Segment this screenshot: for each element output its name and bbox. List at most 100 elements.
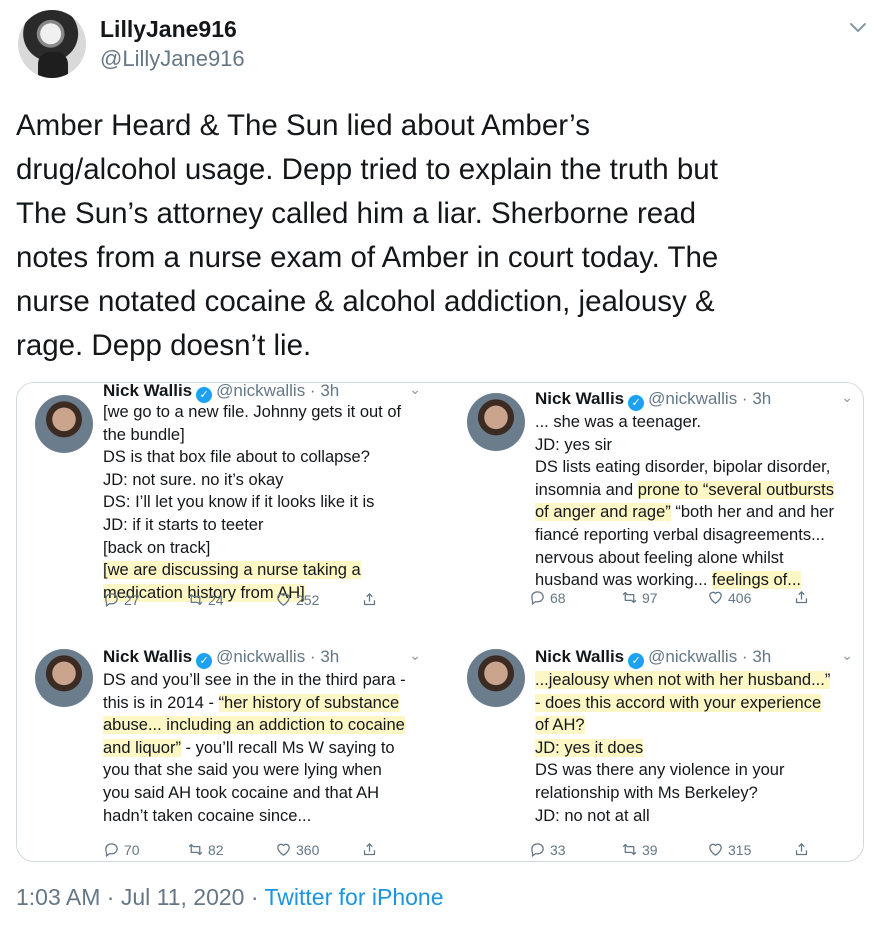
verified-badge-icon: ✓ [628,653,645,669]
embedded-author-handle: @nickwallis [216,383,306,400]
reply-icon [105,593,118,608]
highlighted-text: JD: yes it does [535,738,644,757]
author-display-name[interactable]: LillyJane916 [100,16,237,43]
highlighted-text: of anger and rage” [535,503,671,522]
reply-icon [531,843,544,858]
embedded-avatar [467,649,525,707]
embedded-action-bar: 68 97 406 [531,589,835,609]
text-line: DS: I’ll let you know if it looks like i… [103,493,375,512]
share-action [793,589,810,606]
text-line: DS and you’ll see in the in the third pa… [103,671,406,689]
heart-icon [709,591,722,604]
share-action [361,841,378,858]
embedded-tweet-text: [we go to a new file. Johnny gets it out… [103,401,431,604]
embedded-tweet-text: DS and you’ll see in the in the third pa… [103,669,431,827]
embedded-author-handle: @nickwallis [216,647,306,666]
author-avatar[interactable] [18,10,86,78]
embedded-author-name: Nick Wallis [535,647,625,666]
retweet-action: 82 [187,841,224,858]
embedded-action-bar: 27 24 252 [103,591,403,611]
text-line: the bundle] [103,425,185,444]
text-line: JD: if it starts to teeter [103,515,264,534]
highlighted-text: feelings of... [712,571,801,590]
verified-badge-icon: ✓ [628,395,645,411]
reply-action: 70 [103,841,140,858]
highlighted-text: - does this accord with your experience [535,693,822,712]
like-count: 406 [728,589,752,606]
embedded-timestamp: 3h [320,383,340,400]
chevron-down-icon[interactable] [846,16,870,40]
embedded-avatar [35,649,93,707]
retweet-icon [188,843,203,856]
embedded-tweet-text: ... she was a teenager. JD: yes sir DS l… [535,411,863,592]
text-line: - you’ll recall Ms W saying to [180,738,395,757]
text-line: [back on track] [103,538,211,557]
tweet-media-image[interactable]: Nick Wallis ✓ @nickwallis · 3h ⌄ [we go to… [16,382,864,862]
highlighted-text: of AH? [535,716,585,735]
text-line: JD: not sure. no it’s okay [103,470,284,489]
text-line: fiancé reporting verbal disagreements... [535,525,825,544]
tweet-text: Amber Heard & The Sun lied about Amber’s… [16,109,719,362]
text-line: hadn’t taken cocaine since... [103,806,312,825]
highlighted-text: “her history of substance [218,693,400,712]
retweet-action: 97 [621,589,658,606]
reply-action: 33 [529,841,566,858]
retweet-icon [188,593,203,606]
text-line: you that she said you were lying when [103,761,382,780]
embedded-timestamp: 3h [752,389,772,408]
highlighted-text: abuse... including an addiction to cocai… [103,716,405,735]
embedded-timestamp: 3h [320,647,340,666]
text-line: husband was working... [535,571,713,590]
embedded-timestamp: 3h [752,647,772,666]
reply-count: 33 [550,841,566,858]
reply-count: 70 [124,841,140,858]
embedded-tweet-card: Nick Wallis ✓ @nickwallis · 3h ⌄ [we go to… [17,383,431,619]
retweet-count: 97 [642,589,658,606]
embedded-avatar [35,395,93,453]
reply-action: 27 [103,591,140,608]
tweet-header: LillyJane916 @LillyJane916 [16,4,870,84]
like-action: 406 [707,589,751,606]
like-count: 315 [728,841,752,858]
text-line: DS was there any violence in your [535,761,785,780]
text-line: DS is that box file about to collapse? [103,448,370,467]
highlighted-text: prone to “several outbursts [637,480,835,499]
embedded-action-bar: 33 39 315 [531,841,835,861]
separator-dot: · [250,884,259,910]
text-line: ... she was a teenager. [535,413,702,431]
embedded-tweet-card: Nick Wallis ✓ @nickwallis · 3h ⌄ DS and yo… [17,627,431,861]
embedded-author-handle: @nickwallis [648,389,738,408]
retweet-icon [622,843,637,856]
embedded-tweet-text: ...jealousy when not with her husband...… [535,669,863,827]
reply-count: 68 [550,589,566,606]
like-action: 360 [275,841,319,858]
tweet-time[interactable]: 1:03 AM [16,884,100,910]
reply-action: 68 [529,589,566,606]
share-icon [795,843,808,856]
text-line: “both her and and her [670,503,835,522]
retweet-icon [622,591,637,604]
share-action [361,591,378,608]
embedded-author-handle: @nickwallis [648,647,738,666]
like-action: 252 [275,591,319,608]
author-handle[interactable]: @LillyJane916 [100,46,245,72]
heart-icon [277,593,290,606]
tweet-source-link[interactable]: Twitter for iPhone [265,884,444,910]
reply-icon [531,591,544,606]
separator-dot: · [106,884,115,910]
chevron-down-icon: ⌄ [841,647,853,663]
text-line: you said AH took cocaine and that AH [103,783,380,802]
text-line: insomnia and [535,480,638,499]
share-icon [363,593,376,606]
reply-count: 27 [124,591,140,608]
embedded-author-name: Nick Wallis [535,389,625,408]
tweet-date[interactable]: Jul 11, 2020 [121,884,245,910]
embedded-author-name: Nick Wallis [103,647,193,666]
embedded-tweet-card: Nick Wallis ✓ @nickwallis · 3h ⌄ ...jealou… [449,627,863,861]
embedded-avatar [467,393,525,451]
retweet-action: 39 [621,841,658,858]
share-icon [795,591,808,604]
tweet-footer: 1:03 AM · Jul 11, 2020 · Twitter for iPh… [16,884,443,911]
embedded-tweet-card: Nick Wallis ✓ @nickwallis · 3h ⌄ ... she w… [449,383,863,619]
text-line: JD: no not at all [535,806,650,825]
